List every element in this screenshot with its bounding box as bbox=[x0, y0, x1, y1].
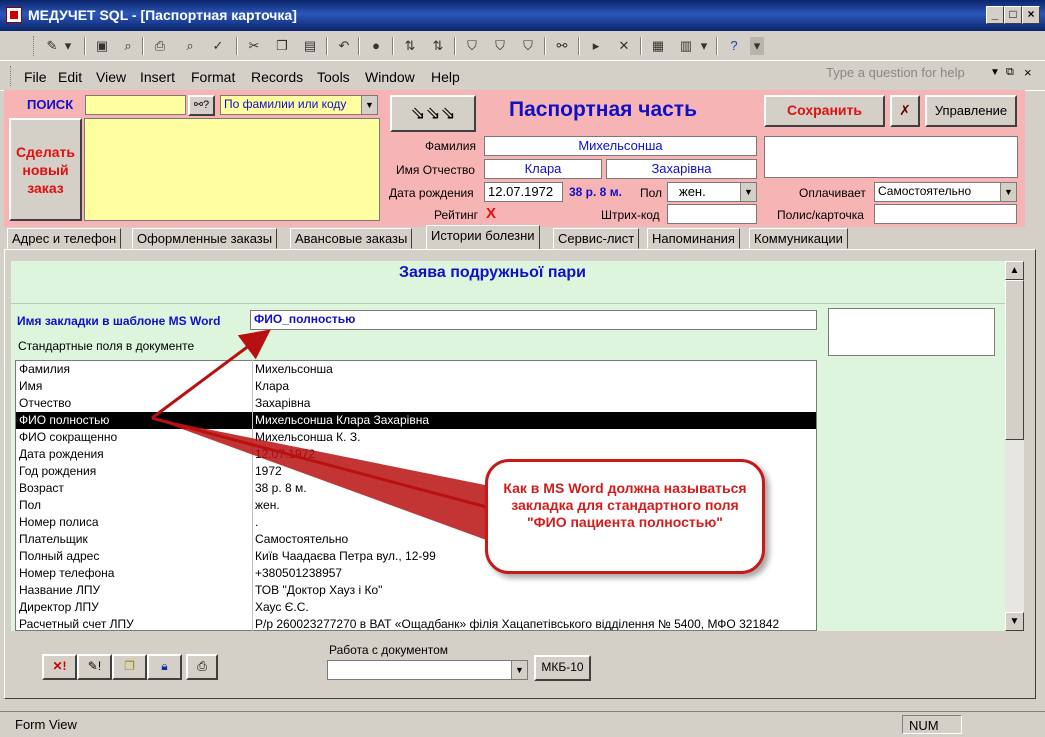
chevron-down-icon[interactable]: ▼ bbox=[511, 661, 527, 679]
print-document-icon[interactable]: ⎙ bbox=[186, 654, 218, 680]
status-num: NUM bbox=[909, 718, 939, 733]
doc-work-label: Работа с документом bbox=[329, 643, 449, 657]
annotation-arrows bbox=[151, 329, 500, 545]
callout-tail bbox=[152, 418, 500, 545]
status-mode: Form View bbox=[15, 717, 77, 732]
doc-work-select[interactable]: ▼ bbox=[327, 660, 528, 680]
status-bar: Form View NUM bbox=[0, 711, 1045, 737]
annotation-callout: Как в MS Word должна называться закладка… bbox=[485, 459, 765, 574]
delete-document-icon[interactable]: ✕! bbox=[42, 654, 77, 680]
copy-document-icon[interactable]: ❐ bbox=[112, 654, 147, 680]
edit-document-icon[interactable]: ✎! bbox=[77, 654, 112, 680]
mkb-button[interactable]: МКБ-10 bbox=[534, 655, 591, 681]
arrow-to-bookmark bbox=[151, 329, 271, 420]
lock-icon[interactable]: 🔒︎ bbox=[147, 654, 182, 680]
status-num-panel: NUM bbox=[902, 715, 962, 734]
